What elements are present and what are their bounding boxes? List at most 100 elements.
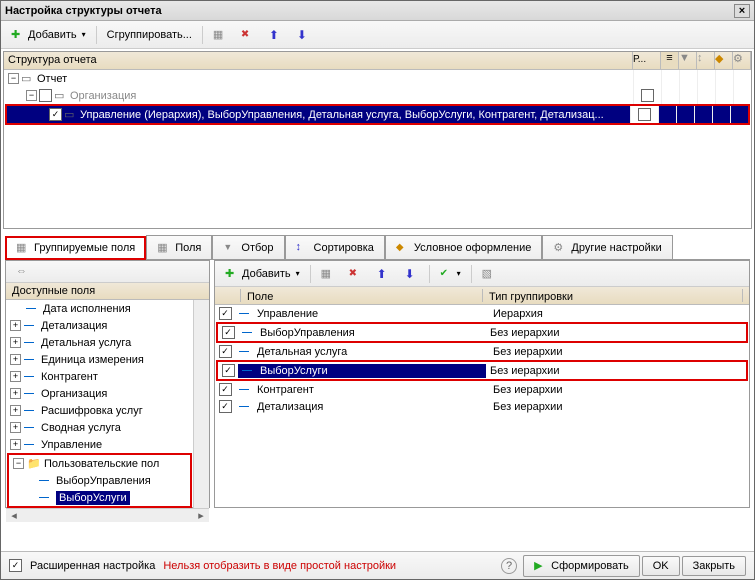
r-btn-check[interactable]: ▾ (434, 263, 467, 285)
avail-item[interactable]: +Контрагент (6, 368, 193, 385)
grouped-field-row[interactable]: ✓ВыборУслугиБез иерархии (218, 362, 746, 379)
tab-fields[interactable]: Поля (146, 235, 212, 259)
adv-label: Расширенная настройка (30, 560, 155, 572)
expand-icon[interactable]: − (8, 73, 19, 84)
avail-list[interactable]: Дата исполнения+Детализация+Детальная ус… (6, 300, 193, 508)
adv-checkbox[interactable]: ✓ (9, 559, 22, 572)
field-icon (239, 307, 253, 321)
tab-other[interactable]: Другие настройки (542, 235, 672, 259)
checkbox[interactable] (641, 89, 654, 102)
expand-icon[interactable]: + (10, 405, 21, 416)
tree-row-org[interactable]: − Организация (4, 87, 751, 104)
r-btn-1[interactable] (315, 263, 341, 285)
r-btn-down[interactable] (399, 263, 425, 285)
grouped-field-row[interactable]: ✓Детальная услугаБез иерархии (215, 343, 749, 360)
arrow-down-icon (405, 267, 419, 281)
field-icon (24, 404, 38, 418)
tab-group-fields[interactable]: Группируемые поля (5, 236, 146, 260)
expand-icon[interactable]: + (10, 371, 21, 382)
tabs-bar: Группируемые поля Поля Отбор Сортировка … (1, 231, 754, 259)
checkbox[interactable] (39, 89, 52, 102)
expand-icon[interactable]: + (10, 320, 21, 331)
delete-button[interactable] (235, 24, 261, 46)
col-ico-2[interactable]: ▼ (679, 52, 697, 69)
expand-icon[interactable]: − (26, 90, 37, 101)
ok-button[interactable]: OK (642, 556, 680, 576)
grouped-field-row[interactable]: ✓ВыборУправленияБез иерархии (218, 324, 746, 341)
col-ico-4[interactable]: ◆ (715, 52, 733, 69)
tree-root-row[interactable]: − Отчет (4, 70, 751, 87)
checkbox[interactable]: ✓ (219, 307, 232, 320)
group-button[interactable]: Сгруппировать... (101, 24, 198, 46)
scrollbar[interactable] (193, 300, 209, 508)
avail-item[interactable]: +Управление (6, 436, 193, 453)
grouped-field-row[interactable]: ✓ДетализацияБез иерархии (215, 398, 749, 415)
tab-filter[interactable]: Отбор (212, 235, 284, 259)
add-field-button[interactable]: Добавить▾ (219, 263, 306, 285)
col-ico-5[interactable]: ⚙ (733, 52, 751, 69)
grid-icon (213, 28, 227, 42)
user-field-item[interactable]: ВыборУправления (9, 472, 190, 489)
col-field: Поле (241, 289, 483, 302)
tree-row-selected[interactable]: ✓ Управление (Иерархия), ВыборУправления… (7, 106, 748, 123)
grouped-field-row[interactable]: ✓КонтрагентБез иерархии (215, 381, 749, 398)
expand-icon[interactable]: − (13, 458, 24, 469)
checkbox[interactable]: ✓ (222, 364, 235, 377)
close-footer-button[interactable]: Закрыть (682, 556, 746, 576)
field-icon (239, 345, 253, 359)
window-title: Настройка структуры отчета (5, 5, 162, 17)
grid-icon (16, 241, 30, 255)
warn-label: Нельзя отобразить в виде простой настрой… (163, 560, 396, 572)
h-scrollbar[interactable]: ◂▸ (6, 508, 209, 522)
structure-header-label: Структура отчета (4, 52, 633, 69)
tab-sort[interactable]: Сортировка (285, 235, 385, 259)
expand-icon[interactable]: + (10, 388, 21, 399)
expand-icon[interactable]: + (10, 354, 21, 365)
avail-item[interactable]: +Детальная услуга (6, 334, 193, 351)
right-header: Поле Тип группировки (215, 287, 749, 305)
checkbox[interactable]: ✓ (222, 326, 235, 339)
col-type: Тип группировки (483, 289, 743, 302)
avail-item[interactable]: +Расшифровка услуг (6, 402, 193, 419)
r-btn-extra[interactable]: ▧ (476, 263, 498, 285)
tab-cond[interactable]: Условное оформление (385, 235, 542, 259)
checkbox[interactable] (638, 108, 651, 121)
expand-icon[interactable]: + (10, 439, 21, 450)
checkbox[interactable]: ✓ (219, 345, 232, 358)
avail-item[interactable]: +Сводная услуга (6, 419, 193, 436)
checkbox[interactable]: ✓ (219, 400, 232, 413)
help-button[interactable]: ? (501, 558, 517, 574)
grouped-field-row[interactable]: ✓УправлениеИерархия (215, 305, 749, 322)
field-icon (24, 421, 38, 435)
icon-btn-1[interactable] (207, 24, 233, 46)
expand-icon[interactable]: + (10, 422, 21, 433)
avail-item[interactable]: +Организация (6, 385, 193, 402)
move-up-button[interactable] (263, 24, 289, 46)
avail-item[interactable]: Дата исполнения (6, 300, 193, 317)
r-btn-del[interactable] (343, 263, 369, 285)
arrow-up-icon (269, 28, 283, 42)
field-icon (239, 400, 253, 414)
avail-item[interactable]: +Единица измерения (6, 351, 193, 368)
check-icon (440, 267, 454, 281)
avail-item[interactable]: +Детализация (6, 317, 193, 334)
user-field-item-selected[interactable]: ВыборУслуги (9, 489, 190, 506)
expand-btn[interactable] (10, 261, 36, 283)
form-button[interactable]: Сформировать (523, 555, 640, 577)
move-down-button[interactable] (291, 24, 317, 46)
col-ico-3[interactable]: ↕ (697, 52, 715, 69)
checkbox[interactable]: ✓ (219, 383, 232, 396)
checkbox[interactable]: ✓ (49, 108, 62, 121)
expand-icon[interactable]: + (10, 337, 21, 348)
right-list[interactable]: ✓УправлениеИерархия ✓ВыборУправленияБез и… (215, 305, 749, 507)
user-fields-folder[interactable]: −Пользовательские пол (9, 455, 190, 472)
close-button[interactable]: × (734, 4, 750, 18)
add-button[interactable]: Добавить▾ (5, 24, 92, 46)
col-ico-1[interactable]: ≡ (661, 52, 679, 69)
add-icon (11, 28, 25, 42)
r-btn-up[interactable] (371, 263, 397, 285)
field-icon (39, 474, 53, 488)
field-icon (24, 319, 38, 333)
row-icon (54, 89, 68, 103)
avail-header: Доступные поля (6, 283, 209, 300)
